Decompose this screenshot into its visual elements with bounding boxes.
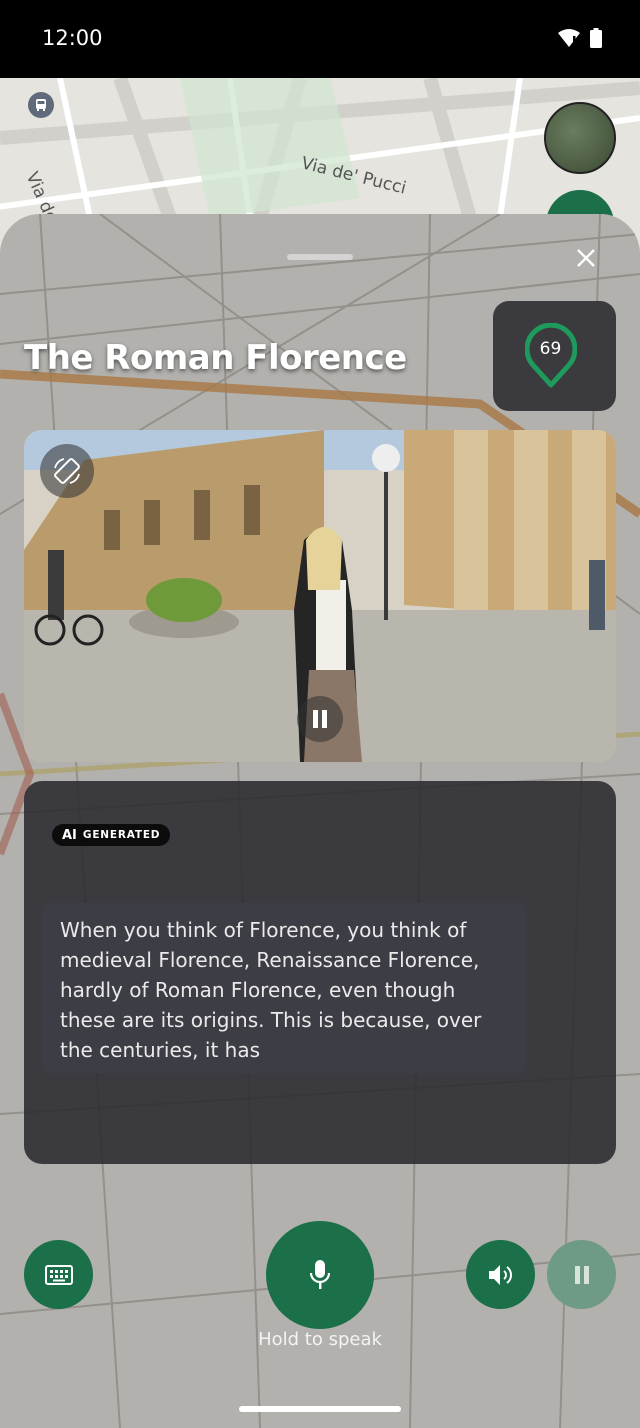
- ai-badge-prefix: AI: [62, 827, 77, 843]
- screen-rotation-icon: [54, 458, 80, 484]
- transcript-box: When you think of Florence, you think of…: [42, 903, 526, 1073]
- status-icons: [558, 28, 602, 52]
- volume-button[interactable]: [466, 1240, 535, 1309]
- location-pin-icon: 69: [524, 322, 585, 389]
- bus-stop-icon[interactable]: [28, 92, 54, 118]
- pause-icon: [313, 710, 327, 728]
- close-button[interactable]: [570, 242, 602, 274]
- microphone-button[interactable]: [266, 1221, 374, 1329]
- drag-handle[interactable]: [287, 254, 353, 260]
- transcript-panel: AI GENERATED When you think of Florence,…: [24, 781, 616, 1164]
- status-time: 12:00: [42, 26, 103, 50]
- home-indicator[interactable]: [239, 1406, 401, 1412]
- microphone-icon: [309, 1260, 331, 1289]
- transcript-text: When you think of Florence, you think of…: [60, 918, 482, 1062]
- close-icon: [577, 249, 595, 267]
- score-card[interactable]: 69: [493, 301, 616, 411]
- score-value: 69: [539, 339, 562, 359]
- bottom-sheet: The Roman Florence 69 AI GENERATED When …: [0, 214, 640, 1428]
- hold-to-speak-label: Hold to speak: [258, 1329, 382, 1350]
- map-place-thumbnail[interactable]: [544, 102, 616, 174]
- ai-badge-label: GENERATED: [82, 829, 161, 841]
- status-bar: 12:00: [0, 0, 640, 78]
- video-pause-button[interactable]: [297, 696, 343, 742]
- wifi-icon: [558, 28, 580, 52]
- ai-generated-badge: AI GENERATED: [52, 824, 171, 846]
- video-player[interactable]: [24, 430, 616, 762]
- keyboard-icon: [44, 1264, 73, 1285]
- page-title: The Roman Florence: [24, 338, 407, 378]
- volume-icon: [488, 1264, 512, 1285]
- pause-button[interactable]: [547, 1240, 616, 1309]
- keyboard-button[interactable]: [24, 1240, 93, 1309]
- pause-icon: [574, 1265, 589, 1284]
- battery-icon: [590, 28, 602, 52]
- rotate-screen-button[interactable]: [40, 444, 94, 498]
